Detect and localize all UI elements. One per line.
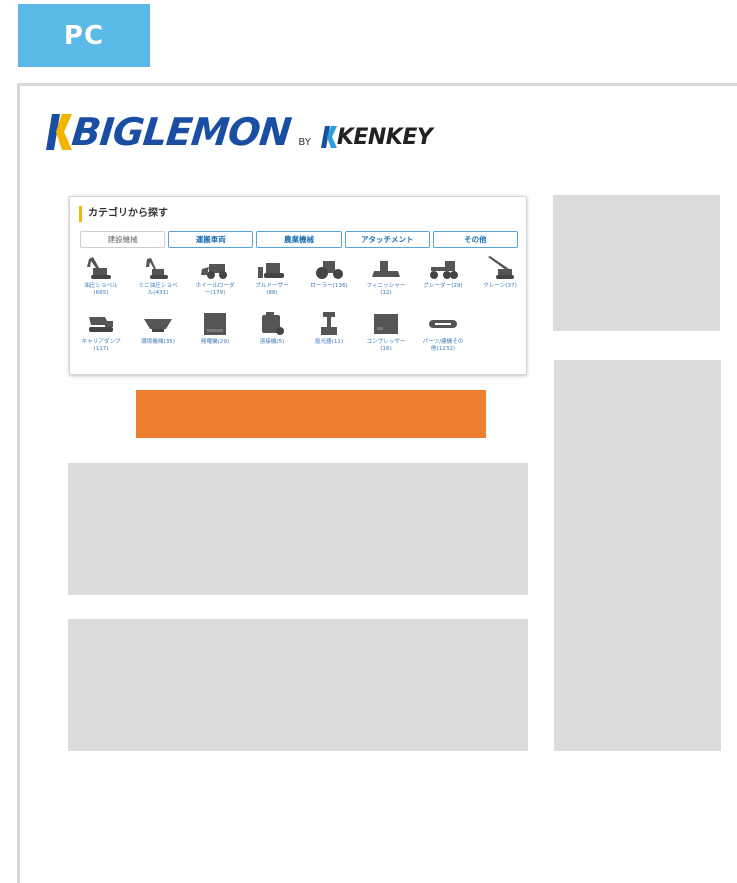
category-item-welder[interactable]: 溶接機(5) <box>245 311 299 346</box>
roller-icon <box>316 261 343 279</box>
compressor-icon <box>374 314 398 334</box>
biglemon-logo: BIGLEMON <box>46 110 293 154</box>
category-item-parts[interactable]: パーツ/建機その 他(1232) <box>416 311 470 353</box>
ad-placeholder-side <box>554 360 721 751</box>
category-item-crane[interactable]: クレーン(37) <box>473 255 527 290</box>
kenkey-wordmark: KENKEY <box>336 124 433 150</box>
bulldozer-icon <box>258 263 284 278</box>
logo-by-text: BY <box>298 137 311 148</box>
tab-other[interactable]: その他 <box>432 231 519 248</box>
category-item-floodlight[interactable]: 投光器(11) <box>302 311 356 346</box>
orange-banner-button[interactable] <box>136 390 486 438</box>
category-panel: カテゴリから探す 建設機械 運搬車両 農業機械 アタッチメント その他 油圧ショ… <box>69 196 527 375</box>
environment-machine-icon <box>144 319 172 332</box>
crane-icon <box>488 256 514 279</box>
mini-excavator-icon <box>146 258 168 279</box>
wheel-loader-icon <box>201 264 227 279</box>
category-item-generator[interactable]: 発電機(29) <box>188 311 242 346</box>
category-title: カテゴリから探す <box>79 206 168 222</box>
tab-attachment[interactable]: アタッチメント <box>344 231 430 248</box>
category-item-bulldozer[interactable]: ブルドーザー (88) <box>245 255 299 297</box>
tab-agriculture[interactable]: 農業機械 <box>256 231 342 248</box>
category-item-wheel-loader[interactable]: ホイールローダ ー(179) <box>188 255 242 297</box>
generator-icon <box>204 313 226 335</box>
kenkey-mark-icon <box>320 126 337 148</box>
category-item-mini-excavator[interactable]: ミニ油圧ショベ ル(431) <box>131 255 185 297</box>
parts-icon <box>429 320 457 328</box>
biglemon-wordmark: BIGLEMON <box>69 110 293 154</box>
welder-icon <box>262 312 284 335</box>
category-item-environment-machine[interactable]: 環境機械(35) <box>131 311 185 346</box>
excavator-icon <box>87 257 111 279</box>
content-placeholder-2 <box>68 619 528 751</box>
content-placeholder-1 <box>68 463 528 595</box>
grader-icon <box>430 261 458 279</box>
category-tabs: 建設機械 運搬車両 農業機械 アタッチメント その他 <box>80 231 519 248</box>
header-logo[interactable]: BIGLEMON BY KENKEY <box>46 110 433 154</box>
category-item-finisher[interactable]: フィニッシャー (12) <box>359 255 413 297</box>
floodlight-icon <box>321 312 337 335</box>
tab-transport[interactable]: 運搬車両 <box>168 231 254 248</box>
category-item-compressor[interactable]: コンプレッサー (16) <box>359 311 413 353</box>
tab-construction[interactable]: 建設機械 <box>80 231 166 248</box>
category-item-grader[interactable]: グレーダー(29) <box>416 255 470 290</box>
pc-badge: PC <box>18 4 150 67</box>
ad-placeholder-top-right <box>553 195 720 331</box>
category-item-excavator[interactable]: 油圧ショベル (665) <box>74 255 128 297</box>
carrier-dump-icon <box>89 317 113 332</box>
kenkey-logo: KENKEY <box>320 122 433 152</box>
category-item-roller[interactable]: ローラー(136) <box>302 255 356 290</box>
finisher-icon <box>372 261 400 277</box>
category-item-carrier-dump[interactable]: キャリアダンプ (117) <box>74 311 128 353</box>
biglemon-mark-icon <box>46 114 72 150</box>
